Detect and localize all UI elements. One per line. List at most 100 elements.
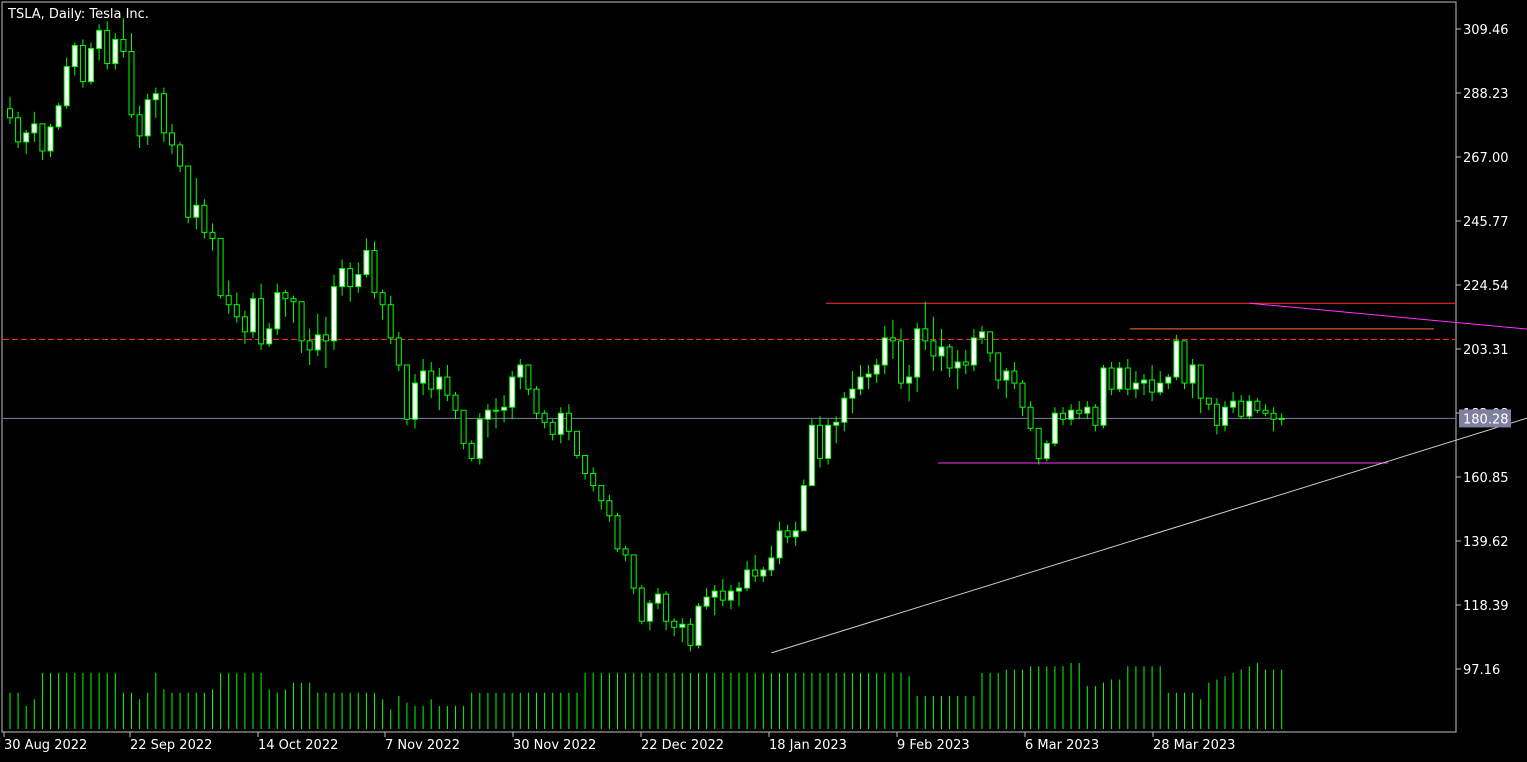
candle (1173, 334, 1180, 381)
candle-body (549, 421, 556, 435)
candle-body (606, 500, 613, 517)
y-tick-label: 245.77 (1463, 215, 1509, 230)
candle-body (136, 114, 143, 137)
candle-body (1238, 400, 1245, 417)
candle-body (1003, 370, 1010, 381)
candle-body (954, 361, 961, 369)
candle-body (1035, 427, 1042, 459)
y-tick-label: 203.31 (1463, 343, 1509, 358)
candle-body (1019, 382, 1026, 408)
candle-body (363, 249, 370, 276)
candle-body (15, 117, 22, 143)
candle-body (355, 274, 362, 288)
candle (460, 409, 467, 450)
candle-body (493, 409, 499, 412)
candle-body (1084, 406, 1091, 414)
candle-body (784, 530, 791, 538)
y-tick-label: 160.85 (1463, 471, 1509, 486)
candle-body (1100, 367, 1107, 426)
candle-body (217, 237, 224, 297)
candle (638, 585, 645, 625)
candle-body (1141, 379, 1147, 384)
candle-body (638, 587, 645, 622)
candle-body (930, 340, 937, 357)
candle-body (695, 605, 702, 646)
chart-container: 309.46288.23267.00245.77224.54203.31182.… (0, 0, 1527, 758)
candle-body (403, 364, 410, 420)
candle-body (711, 590, 718, 598)
candle-body (501, 406, 508, 411)
candle-body (833, 421, 840, 426)
candle (630, 554, 637, 595)
candle-body (1278, 417, 1285, 420)
candle-body (655, 593, 661, 604)
candle-body (1092, 406, 1099, 426)
candle (250, 292, 256, 338)
candle-body (169, 132, 175, 146)
candle-body (962, 361, 969, 366)
candle-body (622, 548, 629, 556)
candle-body (1189, 364, 1196, 384)
candle (79, 39, 86, 88)
candle-body (574, 430, 580, 456)
candle-body (177, 144, 184, 167)
chart-header: TSLA, Daily: Tesla Inc. (7, 7, 149, 22)
candle (476, 413, 483, 465)
candle (614, 512, 621, 552)
candle-body (314, 334, 321, 351)
candle-body (152, 93, 159, 101)
candle-body (509, 376, 516, 408)
candle-body (906, 376, 913, 384)
candle-body (776, 530, 783, 559)
x-tick-label: 28 Mar 2023 (1153, 738, 1235, 753)
candle-body (1116, 367, 1123, 390)
candle-body (420, 370, 427, 384)
candle-body (31, 123, 38, 134)
candle-body (371, 249, 378, 294)
candle-body (727, 590, 734, 601)
candle-body (1149, 379, 1156, 393)
candle-body (185, 165, 192, 218)
candle-body (825, 424, 832, 459)
y-tick-label: 224.54 (1463, 279, 1509, 294)
candle-body (630, 554, 637, 589)
x-tick-label: 18 Jan 2023 (769, 738, 847, 753)
candle-body (1060, 412, 1066, 420)
candle-body (1222, 406, 1228, 426)
candle-body (379, 292, 386, 306)
candle-body (541, 412, 548, 423)
candle-body (104, 29, 111, 65)
candle-body (1051, 412, 1058, 444)
candle-body (412, 382, 418, 420)
candle-body (339, 268, 346, 288)
candle (185, 165, 192, 224)
candle-body (995, 352, 1002, 381)
candle-body (250, 298, 256, 333)
current-price-label: 180.28 (1459, 409, 1511, 428)
candle-body (703, 596, 710, 607)
candle-body (1027, 406, 1034, 429)
candle-body (233, 304, 240, 318)
y-tick-label: 139.62 (1463, 535, 1509, 550)
candle (1100, 365, 1107, 429)
x-tick-label: 22 Sep 2022 (130, 738, 212, 753)
candle-body (258, 298, 265, 345)
candle-body (1213, 403, 1220, 426)
candle (808, 419, 815, 487)
candle (55, 102, 62, 130)
candle-body (1108, 367, 1115, 390)
candle (825, 419, 832, 465)
candle-body (460, 409, 467, 444)
x-tick-label: 22 Dec 2022 (641, 738, 724, 753)
candle (88, 42, 94, 85)
candle-body (1165, 376, 1172, 384)
chart-background (0, 0, 1527, 758)
candle-body (23, 132, 30, 143)
candle-body (7, 108, 13, 119)
candle-body (71, 44, 78, 68)
candle-body (47, 126, 54, 152)
candle-body (1205, 397, 1212, 405)
candle-body (1076, 409, 1083, 414)
candle-body (1246, 400, 1253, 417)
candle-body (209, 231, 216, 239)
